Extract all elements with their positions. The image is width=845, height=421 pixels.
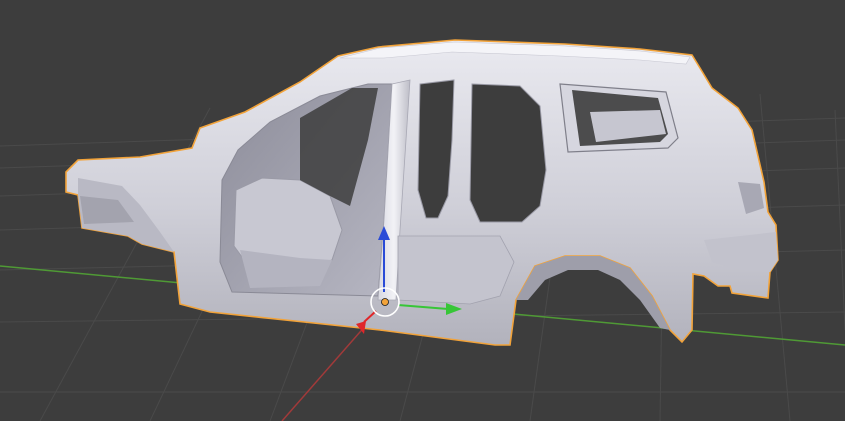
rear-door-window-rear [469,83,547,223]
viewport-canvas[interactable] [0,0,845,421]
car-body-shell[interactable] [65,39,779,346]
cabin-floor [397,235,515,305]
3d-viewport[interactable] [0,0,845,421]
object-origin-icon [381,298,389,306]
